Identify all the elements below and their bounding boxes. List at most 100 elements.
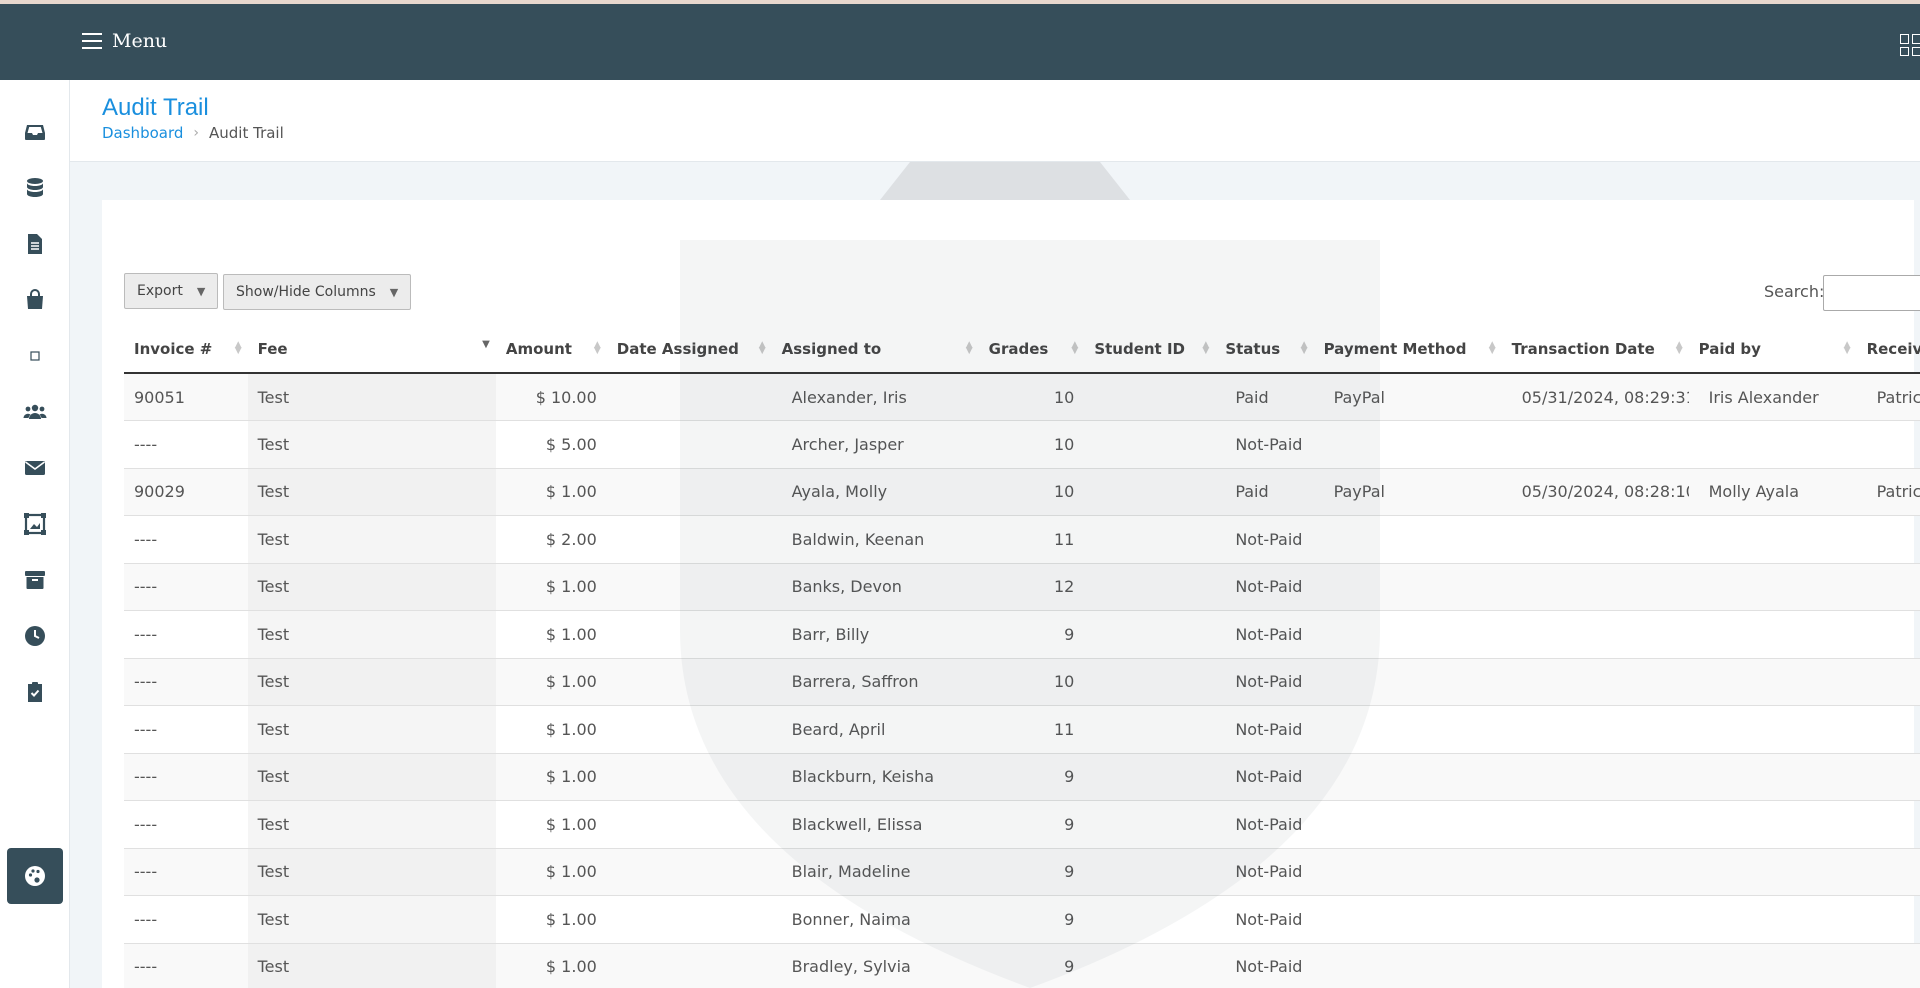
table-row[interactable]: ---- Test $ 1.00 Bonner, Naima 9 Not-Paid [124,895,1920,944]
document-icon[interactable] [7,216,63,272]
cell-assigned-to: Blackwell, Elissa [771,800,979,849]
sort-desc-icon: ▼ [482,339,490,350]
table-row[interactable]: ---- Test $ 1.00 Beard, April 11 Not-Paid [124,705,1920,754]
page-header: Audit Trail Dashboard › Audit Trail [70,80,1920,162]
cell-assigned-to: Alexander, Iris [771,373,979,421]
cell-status: Not-Paid [1215,420,1314,469]
apps-grid-icon[interactable] [1900,34,1920,56]
cell-amount: $ 1.00 [495,848,607,896]
column-header-payment-method[interactable]: Payment Method ▲ ▼ [1313,325,1502,374]
breadcrumb-dashboard-link[interactable]: Dashboard [102,124,183,142]
cell-received-by: Patrick ODonne [1856,468,1920,516]
cell-grades: 11 [978,705,1085,754]
users-icon[interactable] [7,384,63,440]
cell-student-id [1084,468,1216,516]
table-row[interactable]: ---- Test $ 1.00 Bradley, Sylvia 9 Not-Paid [124,943,1920,988]
cell-assigned-to: Bradley, Sylvia [771,943,979,988]
envelope-icon[interactable] [7,440,63,496]
column-header-paid-by[interactable]: Paid by ▲ ▼ [1688,325,1857,374]
cell-received-by [1856,705,1920,754]
table-row[interactable]: 90029 Test $ 1.00 Ayala, Molly 10 Paid PayPal 0… [124,468,1920,516]
cell-amount: $ 2.00 [495,515,607,564]
cell-invoice: ---- [124,848,248,896]
cell-amount: $ 1.00 [495,943,607,988]
cell-grades: 9 [978,610,1085,659]
menu-button[interactable]: Menu [82,30,167,52]
inbox-icon[interactable] [7,104,63,160]
columns-label: Show/Hide Columns [236,284,376,300]
column-header-invoice[interactable]: Invoice # ▲ ▼ [124,325,248,374]
column-header-fee[interactable]: Fee ▼ [247,325,496,374]
table-row[interactable]: ---- Test $ 1.00 Banks, Devon 12 Not-Paid [124,563,1920,611]
cell-student-id [1084,705,1216,754]
cell-amount: $ 1.00 [495,800,607,849]
cell-transaction-date [1501,420,1689,469]
cell-assigned-to: Banks, Devon [771,563,979,611]
cell-grades: 9 [978,848,1085,896]
shopping-bag-icon[interactable] [7,272,63,328]
cell-paid-by [1688,610,1857,659]
cell-payment-method [1313,515,1502,564]
cell-payment-method: PayPal [1313,373,1502,421]
cell-assigned-to: Baldwin, Keenan [771,515,979,564]
column-header-label: Received by [1866,339,1920,358]
cell-amount: $ 1.00 [495,658,607,706]
breadcrumb-separator: › [193,125,199,141]
column-header-amount[interactable]: Amount ▲ ▼ [495,325,607,374]
column-header-transaction-date[interactable]: Transaction Date ▲ ▼ [1501,325,1689,374]
sidebar [0,80,70,988]
cell-transaction-date [1501,943,1689,988]
column-header-label: Date Assigned [616,339,739,358]
cell-received-by [1856,848,1920,896]
cell-payment-method [1313,658,1502,706]
table-body: 90051 Test $ 10.00 Alexander, Iris 10 Paid Pay… [124,373,1920,988]
export-button[interactable]: Export ▼ [124,273,219,309]
cell-student-id [1084,515,1216,564]
export-label: Export [137,283,183,299]
cell-assigned-to: Archer, Jasper [771,420,979,469]
cell-invoice: ---- [124,705,248,754]
search-input[interactable] [1823,275,1920,311]
table-row[interactable]: ---- Test $ 1.00 Blackwell, Elissa 9 Not-Paid [124,800,1920,849]
square-icon[interactable] [7,328,63,384]
cell-amount: $ 1.00 [495,753,607,801]
cell-grades: 10 [978,658,1085,706]
cell-received-by [1856,800,1920,849]
table-row[interactable]: ---- Test $ 1.00 Blackburn, Keisha 9 Not-Paid [124,753,1920,801]
cell-invoice: ---- [124,943,248,988]
cell-fee: Test [247,753,496,801]
cell-status: Not-Paid [1215,895,1314,944]
cell-assigned-to: Blackburn, Keisha [771,753,979,801]
table-row[interactable]: ---- Test $ 1.00 Barr, Billy 9 Not-Paid [124,610,1920,659]
table-row[interactable]: ---- Test $ 5.00 Archer, Jasper 10 Not-Paid [124,420,1920,469]
table-row[interactable]: 90051 Test $ 10.00 Alexander, Iris 10 Paid Pay… [124,373,1920,421]
database-icon[interactable] [7,160,63,216]
clipboard-check-icon[interactable] [7,664,63,720]
clock-icon[interactable] [7,608,63,664]
archive-icon[interactable] [7,552,63,608]
column-header-received-by[interactable]: Received by▲▼ [1856,325,1920,374]
column-header-grades[interactable]: Grades ▲ ▼ [978,325,1085,374]
image-icon[interactable] [7,496,63,552]
table-row[interactable]: ---- Test $ 2.00 Baldwin, Keenan 11 Not-Paid [124,515,1920,564]
cell-invoice: 90029 [124,468,248,516]
cell-student-id [1084,753,1216,801]
cell-received-by [1856,610,1920,659]
sort-icon: ▲ ▼ [1843,340,1851,356]
palette-icon[interactable] [7,848,63,904]
table-row[interactable]: ---- Test $ 1.00 Barrera, Saffron 10 Not-Paid [124,658,1920,706]
column-header-date-assigned[interactable]: Date Assigned ▲ ▼ [606,325,772,374]
cell-amount: $ 5.00 [495,420,607,469]
cell-student-id [1084,943,1216,988]
column-header-status[interactable]: Status ▲ ▼ [1215,325,1314,374]
cell-status: Not-Paid [1215,563,1314,611]
show-hide-columns-button[interactable]: Show/Hide Columns ▼ [223,274,412,310]
column-header-student-id[interactable]: Student ID ▲ ▼ [1084,325,1216,374]
cell-status: Not-Paid [1215,848,1314,896]
column-header-assigned-to[interactable]: Assigned to ▲ ▼ [771,325,979,374]
cell-date-assigned [606,705,772,754]
cell-payment-method [1313,895,1502,944]
breadcrumb: Dashboard › Audit Trail [102,124,284,142]
table-row[interactable]: ---- Test $ 1.00 Blair, Madeline 9 Not-Paid [124,848,1920,896]
sort-icon: ▲ ▼ [1202,340,1210,356]
